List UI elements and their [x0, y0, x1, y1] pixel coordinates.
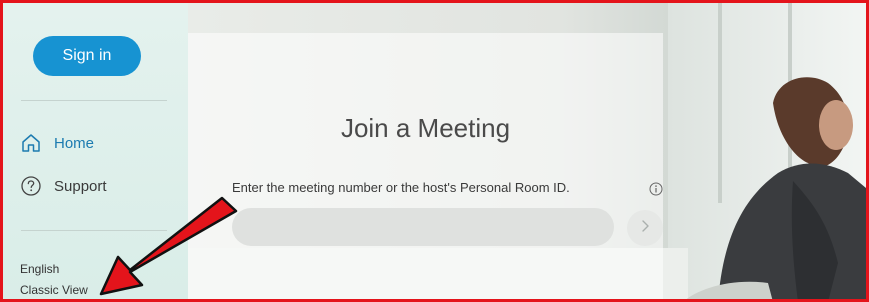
home-icon [20, 132, 42, 154]
nav-item-support[interactable]: Support [20, 175, 107, 197]
divider [21, 100, 167, 101]
join-panel [188, 33, 663, 302]
classic-view-link[interactable]: Classic View [20, 283, 88, 297]
divider [21, 230, 167, 231]
page-title: Join a Meeting [340, 113, 511, 143]
help-icon [20, 175, 42, 197]
sign-in-button[interactable]: Sign in [33, 36, 141, 76]
sidebar: Sign in Home Support English Classic Vie… [3, 3, 188, 302]
language-link[interactable]: English [20, 262, 59, 276]
info-icon[interactable] [649, 182, 663, 196]
chevron-right-icon [639, 219, 651, 238]
nav-home-label: Home [54, 134, 95, 152]
nav-item-home[interactable]: Home [20, 132, 94, 154]
nav-support-label: Support [54, 177, 107, 195]
meeting-number-input[interactable] [232, 208, 614, 246]
main-content: Join a Meeting Enter the meeting number … [188, 3, 866, 302]
person-image [683, 77, 866, 302]
meeting-id-hint: Enter the meeting number or the host's P… [232, 180, 570, 195]
join-go-button[interactable] [627, 210, 663, 246]
